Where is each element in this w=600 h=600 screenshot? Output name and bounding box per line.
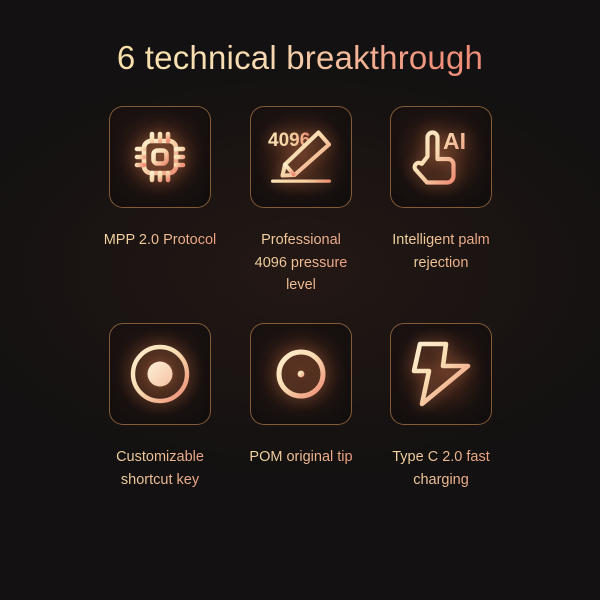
ai-label: AI bbox=[443, 128, 466, 154]
cpu-chip-icon bbox=[134, 131, 186, 183]
feature-icon-tile: 4096 bbox=[250, 106, 352, 208]
stylus-pressure-4096-icon: 4096 bbox=[268, 130, 331, 183]
stylus-baseline bbox=[271, 179, 331, 183]
feature-highlight-page: 6 technical breakthrough MPP 2.0 Protoco… bbox=[0, 0, 600, 600]
shortcut-button-ring-icon bbox=[130, 344, 190, 404]
caption-line: Type C 2.0 fast bbox=[392, 449, 490, 465]
lightning-bolt-fast-charge-icon bbox=[411, 341, 471, 407]
feature-caption: Intelligent palm rejection bbox=[351, 229, 531, 274]
caption-line: level bbox=[286, 277, 316, 293]
crosshair-tip-icon bbox=[267, 340, 335, 408]
caption-line: charging bbox=[413, 471, 469, 488]
palm-rejection-ai-hand-icon: AI bbox=[412, 128, 466, 185]
feature-icon-tile bbox=[250, 323, 352, 425]
feature-item-fast-charging[interactable]: Type C 2.0 fast charging bbox=[351, 323, 531, 491]
feature-icon-tile bbox=[109, 106, 211, 208]
feature-caption: Type C 2.0 fast charging bbox=[351, 446, 531, 491]
feature-icon-tile: AI bbox=[390, 106, 492, 208]
caption-line: shortcut key bbox=[120, 471, 200, 488]
feature-icon-tile bbox=[390, 323, 492, 425]
caption-line: Intelligent palm bbox=[392, 232, 490, 248]
feature-item-palm-rejection[interactable]: AI Intelligent palm rejection bbox=[351, 106, 531, 274]
feature-icon-tile bbox=[109, 323, 211, 425]
caption-line: rejection bbox=[413, 254, 469, 271]
feature-grid: MPP 2.0 Protocol 4096 Professional 4096 … bbox=[0, 0, 600, 600]
